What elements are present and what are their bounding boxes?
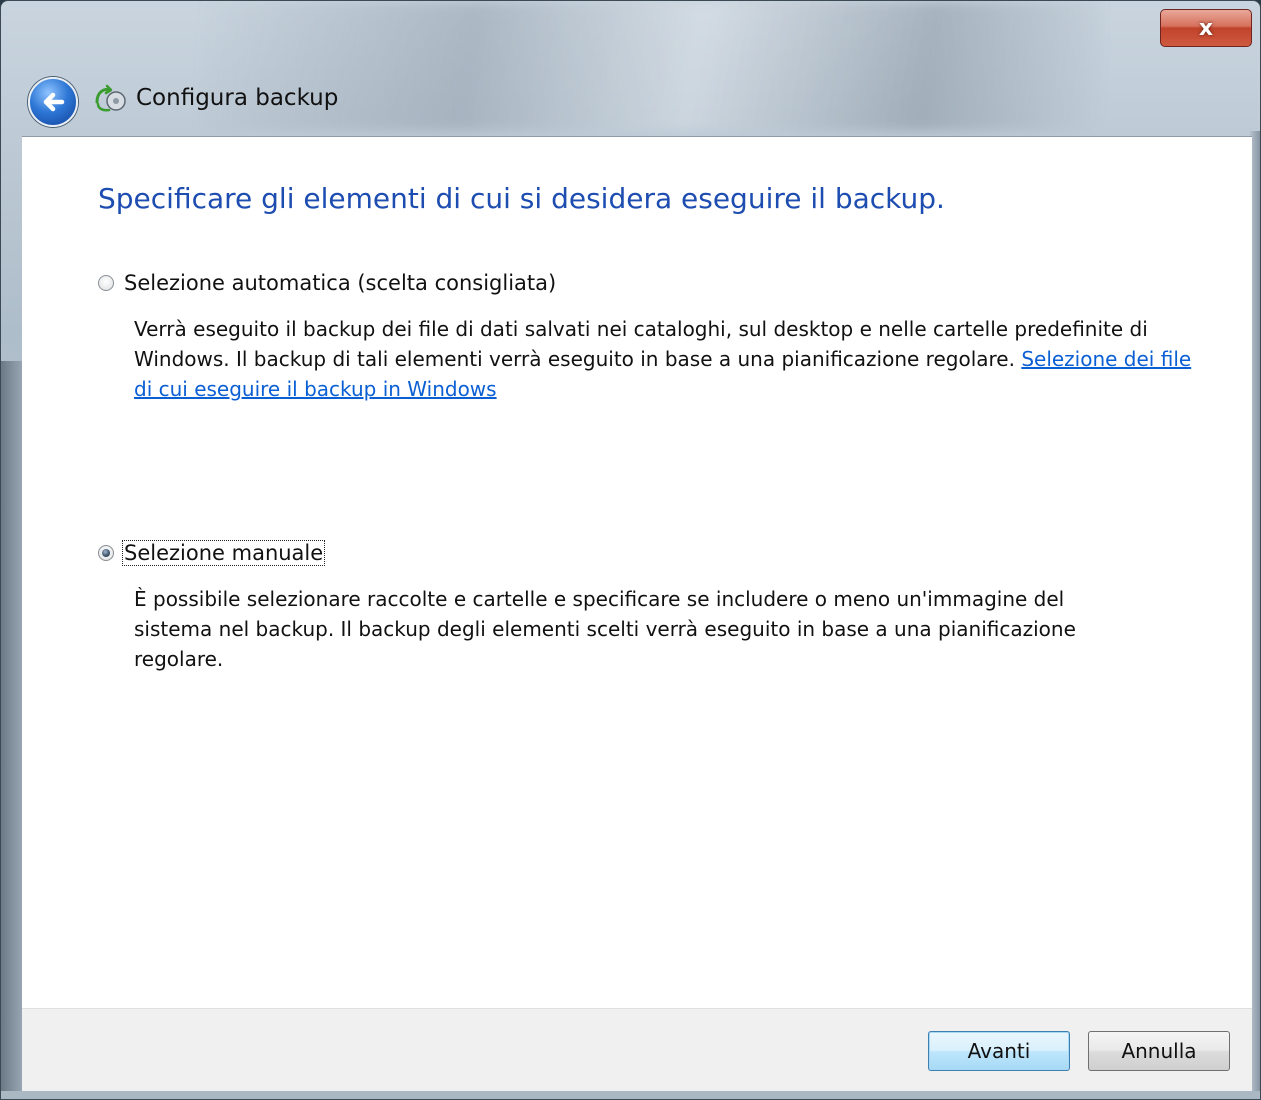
close-button[interactable]: x — [1160, 9, 1252, 47]
close-icon: x — [1198, 15, 1214, 41]
automatic-description-text: Verrà eseguito il backup dei file di dat… — [134, 317, 1148, 371]
page-heading: Specificare gli elementi di cui si desid… — [98, 182, 945, 215]
window-title: Configura backup — [136, 85, 339, 111]
radio-manual[interactable] — [98, 545, 114, 561]
glass-frame-texture — [201, 1, 1101, 131]
radio-selected-dot — [102, 549, 110, 557]
content-panel: Specificare gli elementi di cui si desid… — [22, 136, 1252, 1009]
radio-option-automatic[interactable]: Selezione automatica (scelta consigliata… — [98, 271, 557, 295]
configura-backup-window: x Configura backup Specificare gli eleme… — [0, 0, 1261, 1100]
radio-automatic[interactable] — [98, 275, 114, 291]
glass-frame-left — [1, 361, 23, 1091]
radio-option-manual[interactable]: Selezione manuale — [98, 540, 326, 566]
radio-automatic-label[interactable]: Selezione automatica (scelta consigliata… — [123, 271, 557, 295]
backup-icon — [95, 84, 126, 112]
next-button[interactable]: Avanti — [928, 1031, 1070, 1071]
manual-description: È possibile selezionare raccolte e carte… — [134, 587, 1076, 671]
button-bar: Avanti Annulla — [22, 1008, 1252, 1091]
cancel-button[interactable]: Annulla — [1088, 1031, 1230, 1071]
back-button[interactable] — [28, 77, 78, 127]
back-arrow-icon — [43, 92, 65, 112]
automatic-description: Verrà eseguito il backup dei file di dat… — [134, 314, 1214, 404]
radio-manual-label[interactable]: Selezione manuale — [121, 540, 326, 566]
